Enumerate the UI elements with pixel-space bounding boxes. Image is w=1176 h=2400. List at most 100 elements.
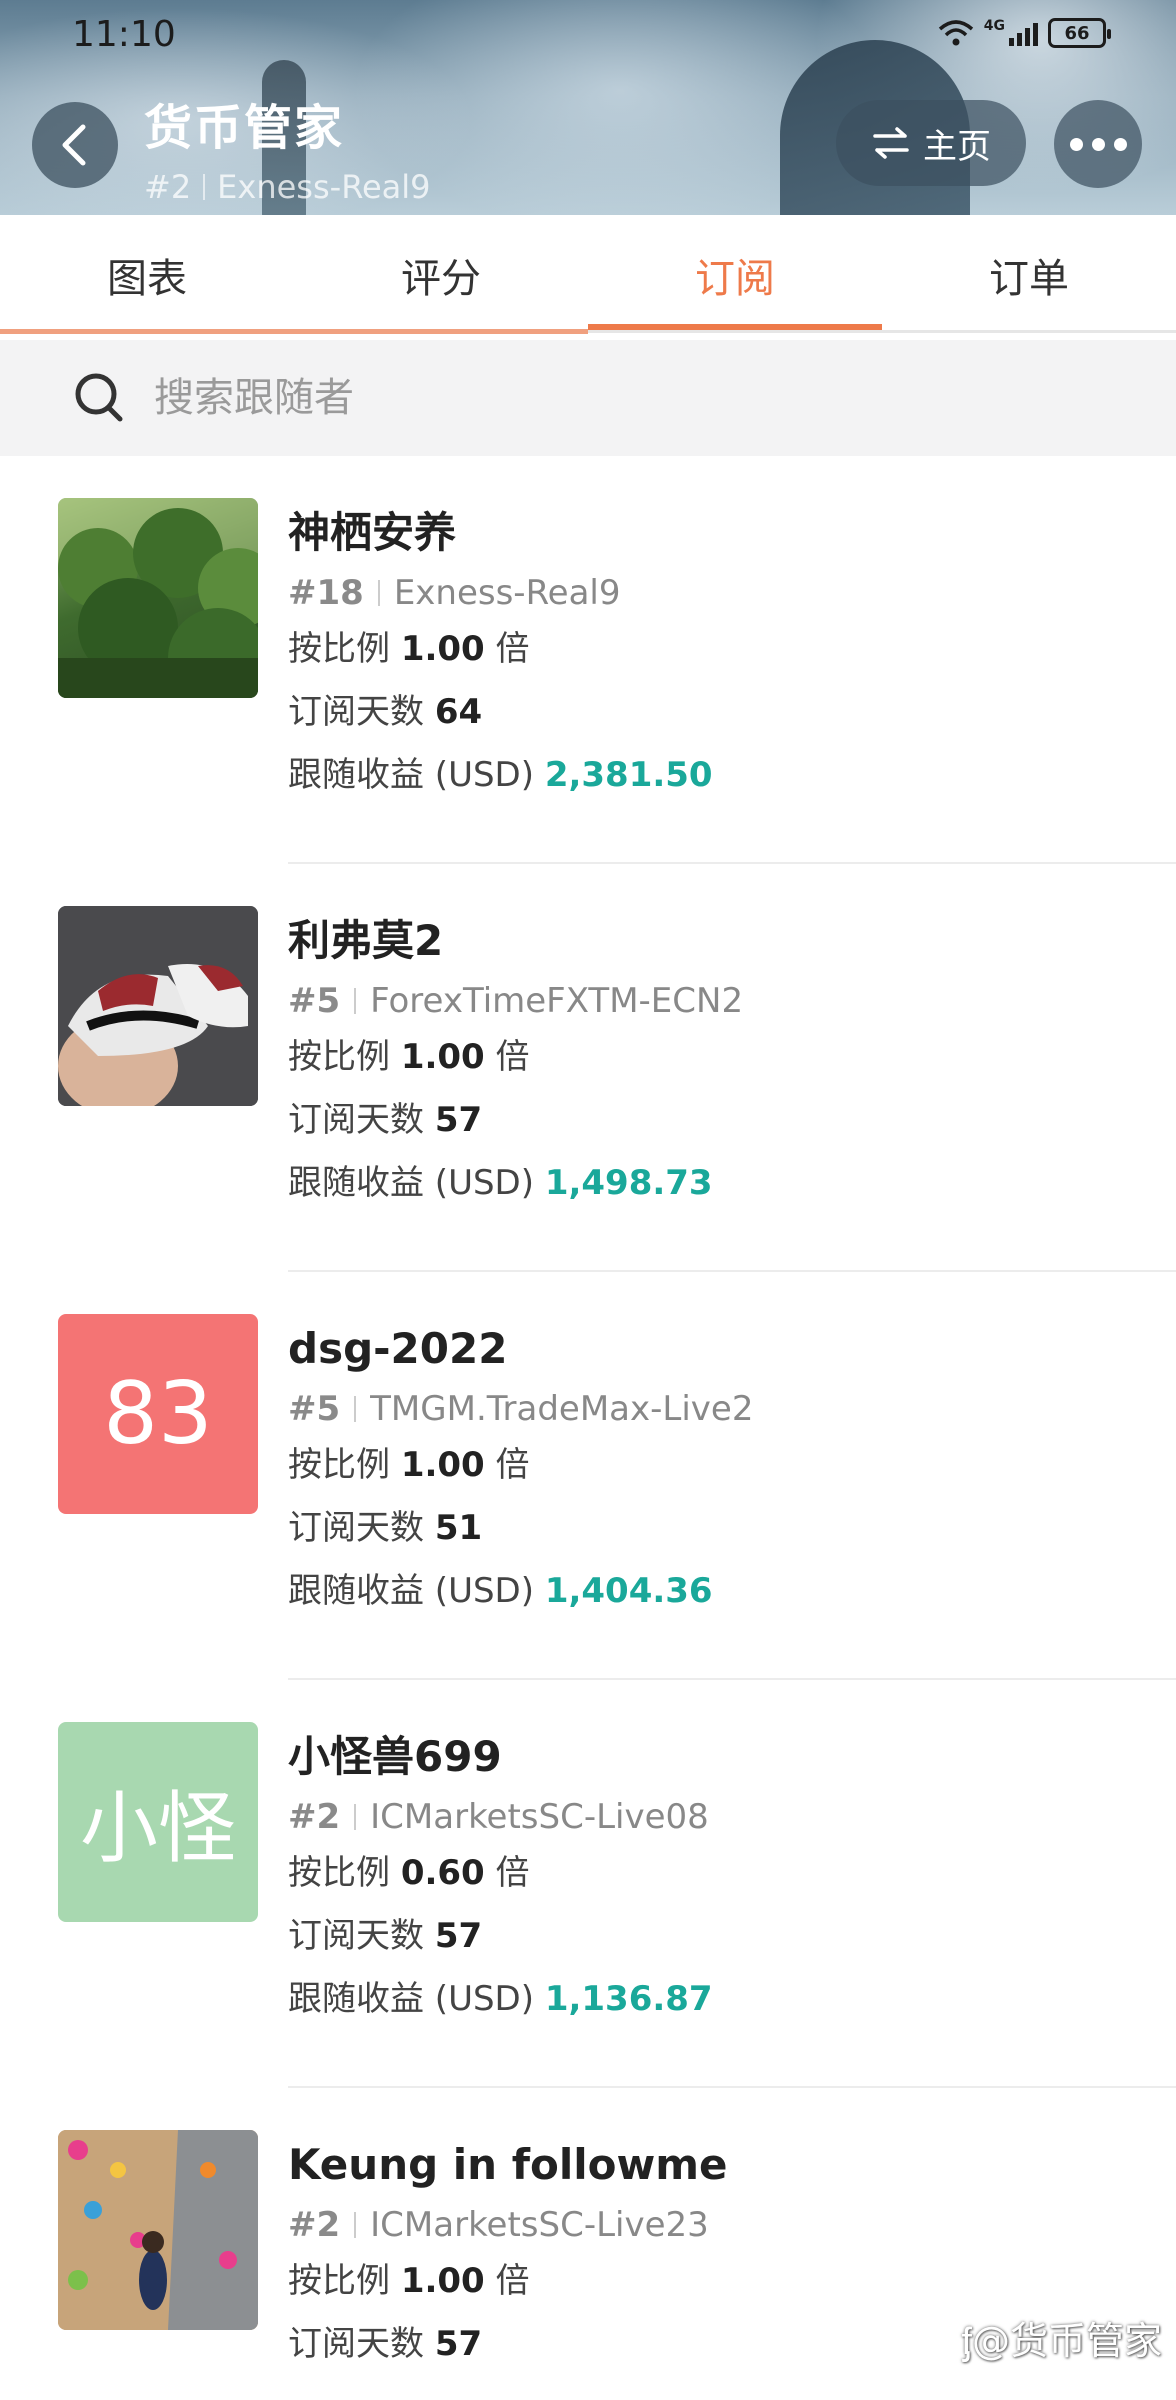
ratio-row: 按比例 1.00 倍 (288, 1026, 743, 1089)
follower-meta: #2 ICMarketsSC-Live08 (288, 1792, 713, 1842)
ratio-value: 1.00 (400, 629, 485, 669)
title-block: 货币管家 #2 Exness-Real9 (144, 88, 431, 206)
profit-label: 跟随收益 (USD) (288, 755, 534, 795)
profit-value: 1,498.73 (544, 1163, 713, 1203)
ratio-unit: 倍 (495, 629, 530, 669)
page-title: 货币管家 (144, 100, 345, 156)
avatar (58, 498, 258, 698)
avatar (58, 906, 258, 1106)
follower-meta: #18 Exness-Real9 (288, 568, 713, 618)
days-value: 57 (434, 1100, 483, 1140)
home-button[interactable]: 主页 (836, 100, 1026, 186)
days-label: 订阅天数 (288, 2324, 424, 2364)
days-label: 订阅天数 (288, 1508, 424, 1548)
ratio-row: 按比例 0.60 倍 (288, 1842, 713, 1905)
ratio-label: 按比例 (288, 1037, 390, 1077)
profit-value: 1,404.36 (544, 1571, 713, 1611)
ratio-row: 按比例 1.00 倍 (288, 1434, 753, 1497)
more-dot-icon (1113, 137, 1127, 151)
profit-row: 跟随收益 (USD) 1,136.87 (288, 1968, 713, 2031)
chevron-left-icon (62, 124, 86, 166)
more-button[interactable] (1054, 100, 1142, 188)
follower-info: 小怪兽699 #2 ICMarketsSC-Live08 按比例 0.60 倍 … (288, 1728, 713, 2031)
back-button[interactable] (32, 102, 118, 188)
tab-orders[interactable]: 订单 (882, 215, 1176, 335)
follower-info: Keung in followme #2 ICMarketsSC-Live23 … (288, 2136, 728, 2376)
list-item[interactable]: 利弗莫2 #5 ForexTimeFXTM-ECN2 按比例 1.00 倍 订阅… (0, 864, 1176, 1272)
sneakers-photo-icon (58, 906, 258, 1106)
climbing-wall-photo-icon (58, 2130, 258, 2330)
meta-separator (377, 580, 380, 606)
profit-label: 跟随收益 (USD) (288, 1979, 534, 2019)
profit-row: 跟随收益 (USD) 1,498.73 (288, 1152, 743, 1215)
signal-icon (1009, 20, 1038, 46)
ratio-unit: 倍 (495, 1853, 530, 1893)
status-bar: 11:10 4G 66 (0, 0, 1176, 70)
days-value: 57 (434, 2324, 483, 2364)
wifi-icon (938, 20, 973, 46)
tab-rating[interactable]: 评分 (294, 215, 588, 335)
days-row: 订阅天数 64 (288, 681, 713, 744)
watermark-text: @货币管家 (971, 2319, 1162, 2363)
days-row: 订阅天数 51 (288, 1497, 753, 1560)
ratio-unit: 倍 (495, 2261, 530, 2301)
home-button-label: 主页 (923, 126, 991, 167)
follower-rank: #2 (288, 1797, 341, 1837)
profit-row: 跟随收益 (USD) 1,404.36 (288, 1560, 753, 1623)
tab-chart[interactable]: 图表 (0, 215, 294, 335)
avatar: 83 (58, 1314, 258, 1514)
list-item[interactable]: 小怪 小怪兽699 #2 ICMarketsSC-Live08 按比例 0.60… (0, 1680, 1176, 2088)
battery-level: 66 (1064, 22, 1090, 44)
ratio-row: 按比例 1.00 倍 (288, 618, 713, 681)
tab-subscription[interactable]: 订阅 (588, 215, 882, 335)
follower-name: 小怪兽699 (288, 1732, 502, 1781)
follower-name: Keung in followme (288, 2140, 728, 2189)
status-icons: 4G 66 (938, 18, 1111, 48)
avatar (58, 2130, 258, 2330)
profit-label: 跟随收益 (USD) (288, 1163, 534, 1203)
ratio-value: 1.00 (400, 1445, 485, 1485)
days-value: 57 (434, 1916, 483, 1956)
header-server: Exness-Real9 (217, 168, 431, 206)
search-icon (75, 373, 123, 422)
follower-rank: #2 (288, 2205, 341, 2245)
meta-separator (354, 1396, 357, 1422)
tab-bar: 图表 评分 订阅 订单 (0, 215, 1176, 335)
follower-info: 利弗莫2 #5 ForexTimeFXTM-ECN2 按比例 1.00 倍 订阅… (288, 912, 743, 1215)
follower-name: dsg-2022 (288, 1324, 508, 1373)
profit-row: 跟随收益 (USD) 2,381.50 (288, 744, 713, 807)
page-subtitle: #2 Exness-Real9 (144, 168, 431, 206)
follower-server: TMGM.TradeMax-Live2 (370, 1389, 754, 1429)
switch-arrows-icon (873, 127, 909, 159)
profit-value: 1,136.87 (544, 1979, 713, 2019)
follower-name: 神栖安养 (288, 508, 457, 557)
network-type: 4G (983, 18, 1005, 34)
meta-separator (354, 2212, 357, 2238)
follower-server: ICMarketsSC-Live23 (370, 2205, 709, 2245)
avatar: 小怪 (58, 1722, 258, 1922)
search-input[interactable] (154, 375, 854, 421)
ratio-row: 按比例 1.00 倍 (288, 2250, 728, 2313)
days-row: 订阅天数 57 (288, 2313, 728, 2376)
follower-rank: #5 (288, 1389, 341, 1429)
days-value: 64 (434, 692, 483, 732)
ratio-label: 按比例 (288, 2261, 390, 2301)
follower-rank: #18 (288, 573, 364, 613)
follower-meta: #5 ForexTimeFXTM-ECN2 (288, 976, 743, 1026)
list-item[interactable]: 神栖安养 #18 Exness-Real9 按比例 1.00 倍 订阅天数 64… (0, 456, 1176, 864)
days-label: 订阅天数 (288, 1916, 424, 1956)
days-row: 订阅天数 57 (288, 1905, 713, 1968)
follower-list: 神栖安养 #18 Exness-Real9 按比例 1.00 倍 订阅天数 64… (0, 456, 1176, 2400)
more-dot-icon (1069, 137, 1083, 151)
watermark-logo-icon: ᶂ (961, 2319, 972, 2363)
meta-separator (354, 1804, 357, 1830)
list-item[interactable]: 83 dsg-2022 #5 TMGM.TradeMax-Live2 按比例 1… (0, 1272, 1176, 1680)
meta-separator (354, 988, 357, 1014)
header: 11:10 4G 66 货币管家 #2 Exness-Real9 主页 (0, 0, 1176, 215)
follower-server: ForexTimeFXTM-ECN2 (370, 981, 744, 1021)
search-bar (0, 340, 1176, 456)
ratio-value: 1.00 (400, 1037, 485, 1077)
ratio-value: 0.60 (400, 1853, 485, 1893)
subtitle-separator (203, 174, 206, 200)
profit-value: 2,381.50 (544, 755, 713, 795)
